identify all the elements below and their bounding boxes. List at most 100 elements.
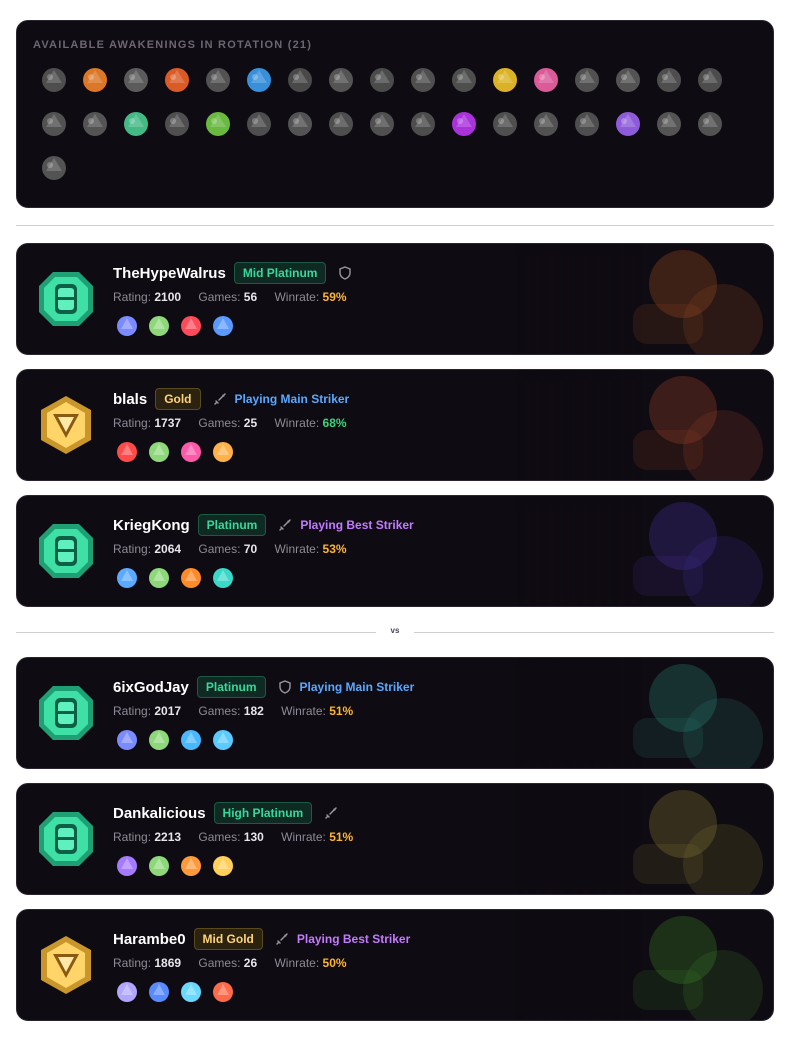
awakening-icon-24: [287, 111, 312, 136]
awakening-cell[interactable]: [525, 103, 566, 144]
awakening-cell[interactable]: [279, 103, 320, 144]
player-info: blals Gold Playing Main Striker Rating: …: [113, 388, 773, 466]
awakening-cell[interactable]: [689, 59, 730, 100]
player-card[interactable]: blals Gold Playing Main Striker Rating: …: [16, 369, 774, 481]
player-card[interactable]: Harambe0 Mid Gold Playing Best Striker R…: [16, 909, 774, 1021]
awakening-icon[interactable]: [145, 564, 173, 592]
awakening-cell[interactable]: [566, 59, 607, 100]
awakening-cell[interactable]: [484, 59, 525, 100]
awakening-cell[interactable]: [566, 103, 607, 144]
awakening-cell[interactable]: [607, 59, 648, 100]
rating-value: 2064: [154, 542, 182, 556]
awakening-icon[interactable]: [113, 978, 141, 1006]
player-name[interactable]: TheHypeWalrus: [113, 265, 226, 282]
winrate-value: 51%: [329, 830, 354, 844]
name-row: Harambe0 Mid Gold Playing Best Striker: [113, 928, 773, 950]
awakening-cell[interactable]: [443, 103, 484, 144]
winrate-label: Winrate:: [274, 542, 320, 556]
player-card[interactable]: Dankalicious High Platinum Rating: 2213 …: [16, 783, 774, 895]
awakening-icon[interactable]: [209, 726, 237, 754]
awakening-cell[interactable]: [33, 103, 74, 144]
player-name[interactable]: 6ixGodJay: [113, 679, 189, 696]
awakening-icon[interactable]: [113, 726, 141, 754]
awakenings-panel: AVAILABLE AWAKENINGS IN ROTATION (21): [16, 20, 774, 208]
player-name[interactable]: KriegKong: [113, 517, 190, 534]
awakening-icon[interactable]: [177, 438, 205, 466]
player-card[interactable]: 6ixGodJay Platinum Playing Main Striker …: [16, 657, 774, 769]
games-label: Games:: [198, 416, 241, 430]
awakening-icon[interactable]: [177, 852, 205, 880]
player-awakenings: [113, 312, 773, 340]
platinum-rank-emblem: [39, 272, 93, 326]
awakening-cell[interactable]: [74, 103, 115, 144]
awakening-cell[interactable]: [33, 59, 74, 100]
rating-label: Rating:: [113, 704, 152, 718]
stats-row: Rating: 2100 Games: 56 Winrate: 59%: [113, 290, 773, 306]
winrate-label: Winrate:: [281, 830, 326, 844]
games-value: 70: [243, 542, 258, 556]
awakening-cell[interactable]: [402, 59, 443, 100]
player-name[interactable]: blals: [113, 391, 147, 408]
games-value: 26: [243, 956, 258, 970]
awakening-cell[interactable]: [115, 59, 156, 100]
rank-badge: Platinum: [196, 676, 266, 698]
awakening-cell[interactable]: [443, 59, 484, 100]
awakening-cell[interactable]: [320, 103, 361, 144]
awakening-icon[interactable]: [177, 564, 205, 592]
awakening-icon[interactable]: [113, 312, 141, 340]
awakening-cell[interactable]: [361, 59, 402, 100]
awakening-icon[interactable]: [113, 852, 141, 880]
awakening-icon[interactable]: [145, 438, 173, 466]
awakening-icon[interactable]: [145, 852, 173, 880]
awakening-cell[interactable]: [648, 103, 689, 144]
awakening-cell[interactable]: [279, 59, 320, 100]
awakening-icon-7: [287, 67, 312, 92]
awakening-cell[interactable]: [74, 59, 115, 100]
awakening-cell[interactable]: [238, 59, 279, 100]
gold-rank-emblem: [41, 936, 91, 994]
awakening-cell[interactable]: [361, 103, 402, 144]
awakening-cell[interactable]: [156, 103, 197, 144]
awakening-icon[interactable]: [113, 564, 141, 592]
rating-value: 2213: [154, 830, 182, 844]
player-info: TheHypeWalrus Mid Platinum Rating: 2100 …: [113, 262, 773, 340]
awakening-cell[interactable]: [197, 59, 238, 100]
player-card[interactable]: KriegKong Platinum Playing Best Striker …: [16, 495, 774, 607]
awakening-icon[interactable]: [145, 312, 173, 340]
awakening-cell[interactable]: [648, 59, 689, 100]
rank-badge: High Platinum: [213, 802, 313, 824]
awakening-icon[interactable]: [145, 978, 173, 1006]
winrate-label: Winrate:: [281, 704, 326, 718]
awakening-icon[interactable]: [209, 978, 237, 1006]
awakening-icon[interactable]: [177, 726, 205, 754]
awakening-cell[interactable]: [402, 103, 443, 144]
awakening-cell[interactable]: [320, 59, 361, 100]
vs-divider: vs: [16, 624, 774, 640]
awakening-icon[interactable]: [209, 438, 237, 466]
awakening-icon[interactable]: [177, 978, 205, 1006]
player-name[interactable]: Dankalicious: [113, 805, 206, 822]
awakening-cell[interactable]: [238, 103, 279, 144]
awakening-icon[interactable]: [113, 438, 141, 466]
awakening-icon[interactable]: [177, 312, 205, 340]
awakening-cell[interactable]: [525, 59, 566, 100]
awakening-icon[interactable]: [145, 726, 173, 754]
awakening-cell[interactable]: [607, 103, 648, 144]
awakening-icon[interactable]: [209, 312, 237, 340]
awakening-cell[interactable]: [197, 103, 238, 144]
awakening-icon-9: [369, 67, 394, 92]
player-card[interactable]: TheHypeWalrus Mid Platinum Rating: 2100 …: [16, 243, 774, 355]
awakening-icon[interactable]: [209, 852, 237, 880]
player-name[interactable]: Harambe0: [113, 931, 186, 948]
rating-value: 2100: [154, 290, 182, 304]
awakening-icon-30: [533, 111, 558, 136]
awakening-cell[interactable]: [689, 103, 730, 144]
awakening-cell[interactable]: [33, 147, 74, 188]
awakening-cell[interactable]: [484, 103, 525, 144]
awakening-cell[interactable]: [156, 59, 197, 100]
awakening-icon[interactable]: [209, 564, 237, 592]
sword-icon: [279, 519, 292, 531]
rating-label: Rating:: [113, 542, 152, 556]
gold-rank-emblem: [41, 396, 91, 454]
awakening-cell[interactable]: [115, 103, 156, 144]
